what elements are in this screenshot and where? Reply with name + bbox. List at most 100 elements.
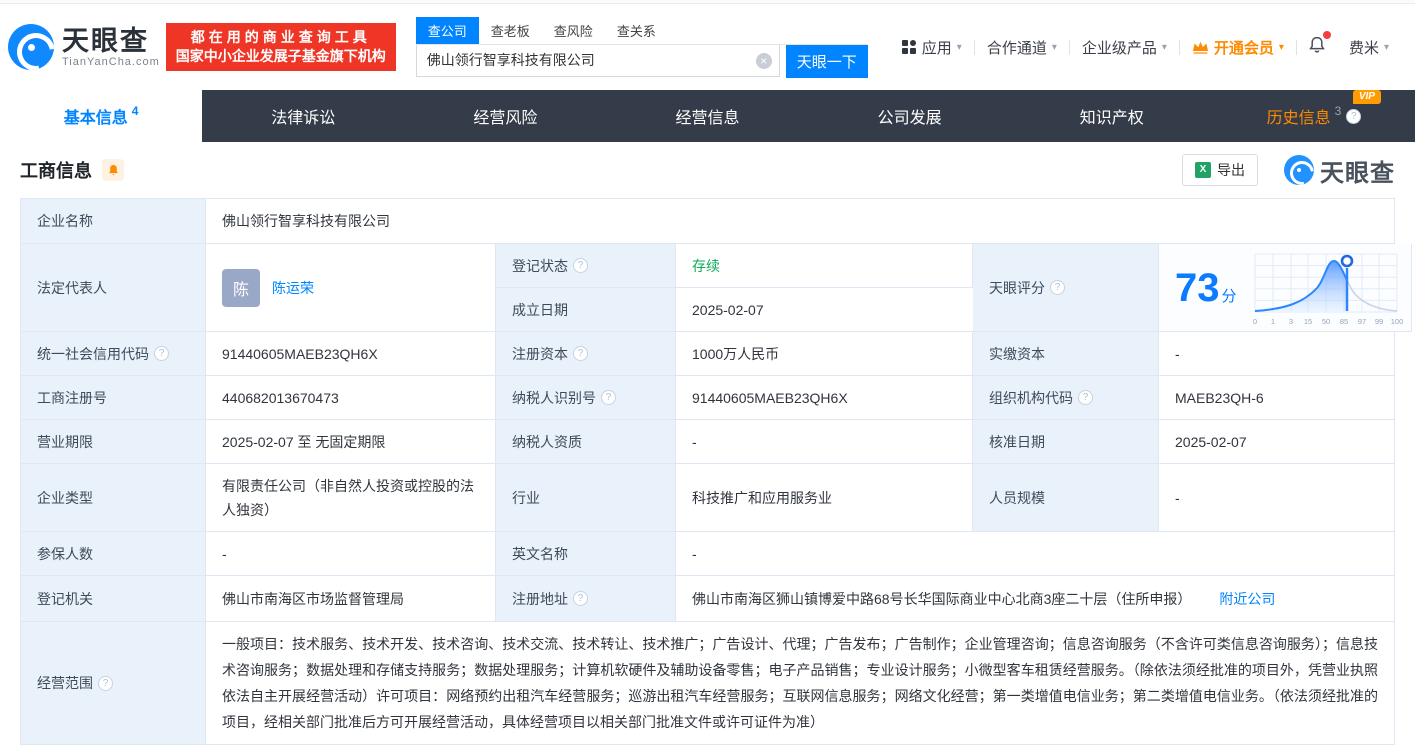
promo-line1: 都在用的商业查询工具 (190, 29, 371, 45)
en-name-label: 英文名称 (496, 532, 676, 576)
authority-label: 登记机关 (21, 576, 206, 622)
promo-line2: 国家中小企业发展子基金旗下机构 (175, 48, 386, 64)
nav-open-vip[interactable]: 开通会员 (1180, 37, 1296, 58)
search-tab-risk[interactable]: 查风险 (542, 17, 605, 44)
help-icon[interactable] (601, 390, 616, 405)
export-button[interactable]: 导出 (1182, 154, 1258, 186)
notification-bell-icon[interactable] (1297, 30, 1337, 60)
tab-legal[interactable]: 法律诉讼 (202, 90, 404, 142)
promo-banner: 都在用的商业查询工具 国家中小企业发展子基金旗下机构 (165, 23, 396, 71)
help-icon[interactable] (154, 346, 169, 361)
search-tab-relation[interactable]: 查关系 (605, 17, 668, 44)
approve-date-label: 核准日期 (973, 420, 1159, 464)
help-icon[interactable] (1346, 108, 1362, 124)
legal-rep-link[interactable]: 陈运荣 (272, 278, 314, 298)
score-unit: 分 (1221, 287, 1237, 305)
score-cell: 73 分 0 1 3 15 50 85 97 99 100 (1159, 244, 1412, 332)
score-marker-pin (1340, 254, 1353, 267)
company-name-label: 企业名称 (21, 199, 206, 244)
tab-basic-info[interactable]: 基本信息 4 (0, 90, 203, 142)
tab-operation[interactable]: 经营信息 (606, 90, 808, 142)
score-distribution-chart: 0 1 3 15 50 85 97 99 100 (1252, 253, 1403, 326)
svg-text:15: 15 (1303, 317, 1311, 326)
tianyancha-logo[interactable]: 天眼查 TianYanCha.com (8, 24, 160, 70)
search-button[interactable]: 天眼一下 (785, 44, 868, 78)
nav-partner[interactable]: 合作通道 (975, 37, 1069, 58)
legal-rep-avatar[interactable]: 陈 (222, 268, 260, 307)
section-title: 工商信息 (20, 161, 92, 181)
reg-capital-label-cell: 注册资本 (496, 332, 676, 376)
score-label-cell: 天眼评分 (973, 244, 1159, 332)
address-label-cell: 注册地址 (496, 576, 676, 622)
reg-status-value: 存续 (676, 244, 973, 288)
scope-value: 一般项目：技术服务、技术开发、技术咨询、技术交流、技术转让、技术推广；广告设计、… (206, 622, 1394, 744)
help-icon[interactable] (573, 346, 588, 361)
apps-grid-icon (901, 40, 916, 54)
scope-label-cell: 经营范围 (21, 622, 206, 744)
tab-history[interactable]: VIP 历史信息 3 (1213, 90, 1415, 142)
en-name-value: - (676, 532, 1394, 576)
tab-ip[interactable]: 知识产权 (1011, 90, 1213, 142)
taxpayer-quality-label: 纳税人资质 (496, 420, 676, 464)
credit-code-value: 91440605MAEB23QH6X (206, 332, 496, 376)
nearby-companies-link[interactable]: 附近公司 (1219, 589, 1275, 609)
excel-icon (1195, 162, 1211, 178)
top-header: 天眼查 TianYanCha.com 都在用的商业查询工具 国家中小企业发展子基… (0, 3, 1415, 90)
credit-code-label-cell: 统一社会信用代码 (21, 332, 206, 376)
industry-value: 科技推广和应用服务业 (676, 464, 973, 532)
org-code-label-cell: 组织机构代码 (973, 376, 1159, 420)
company-tabbar: 基本信息 4 法律诉讼 经营风险 经营信息 公司发展 知识产权 VIP 历史信息… (0, 90, 1415, 142)
insured-value: - (206, 532, 496, 576)
tianyancha-logo-icon (8, 24, 54, 70)
approve-date-value: 2025-02-07 (1159, 420, 1394, 464)
type-label: 企业类型 (21, 464, 206, 532)
staff-value: - (1159, 464, 1394, 532)
staff-label: 人员规模 (973, 464, 1159, 532)
business-info-table: 企业名称 佛山领行智享科技有限公司 法定代表人 陈 陈运荣 登记状态 存续 天眼… (20, 198, 1412, 745)
nav-user[interactable]: 费米 (1337, 37, 1401, 58)
table-row: 登记机关 佛山市南海区市场监督管理局 注册地址 佛山市南海区狮山镇博爱中路68号… (21, 576, 1394, 622)
score-value: 73 (1175, 265, 1220, 310)
search-tabs: 查公司 查老板 查风险 查关系 (415, 16, 868, 45)
notification-dot (1322, 30, 1331, 39)
nav-apps[interactable]: 应用 (890, 37, 974, 58)
search-input[interactable] (415, 44, 780, 77)
legal-rep-cell: 陈 陈运荣 (206, 244, 496, 332)
help-icon[interactable] (1050, 280, 1065, 295)
table-row: 参保人数 - 英文名称 - (21, 532, 1394, 576)
search-tab-company[interactable]: 查公司 (415, 16, 479, 44)
taxpayer-id-label-cell: 纳税人识别号 (496, 376, 676, 420)
search-tab-boss[interactable]: 查老板 (479, 17, 542, 44)
table-row: 营业期限 2025-02-07 至 无固定期限 纳税人资质 - 核准日期 202… (21, 420, 1394, 464)
clear-icon[interactable] (755, 52, 772, 69)
svg-text:100: 100 (1390, 317, 1402, 326)
reg-no-value: 440682013670473 (206, 376, 496, 420)
nav-enterprise[interactable]: 企业级产品 (1070, 37, 1179, 58)
table-row: 工商注册号 440682013670473 纳税人识别号 91440605MAE… (21, 376, 1394, 420)
paid-capital-value: - (1159, 332, 1394, 376)
help-icon[interactable] (573, 591, 588, 606)
svg-text:3: 3 (1288, 317, 1292, 326)
table-row: 法定代表人 陈 陈运荣 登记状态 存续 天眼评分 73分 (21, 244, 1412, 332)
address-cell: 佛山市南海区狮山镇博爱中路68号长华国际商业中心北商3座二十层（住所申报） 附近… (676, 576, 1394, 622)
svg-text:0: 0 (1252, 317, 1256, 326)
org-code-value: MAEB23QH-6 (1159, 376, 1394, 420)
svg-text:97: 97 (1357, 317, 1365, 326)
table-row: 企业名称 佛山领行智享科技有限公司 (21, 199, 1394, 244)
est-date-label: 成立日期 (496, 288, 676, 332)
svg-text:99: 99 (1374, 317, 1382, 326)
logo-domain: TianYanCha.com (62, 56, 160, 68)
term-label: 营业期限 (21, 420, 206, 464)
industry-label: 行业 (496, 464, 676, 532)
tab-risk[interactable]: 经营风险 (404, 90, 606, 142)
tab-development[interactable]: 公司发展 (809, 90, 1011, 142)
paid-capital-label: 实缴资本 (973, 332, 1159, 376)
address-value: 佛山市南海区狮山镇博爱中路68号长华国际商业中心北商3座二十层（住所申报） (692, 590, 1192, 607)
vip-badge: VIP (1352, 90, 1381, 104)
help-icon[interactable] (98, 675, 113, 691)
help-icon[interactable] (573, 258, 588, 273)
tab-basic-count: 4 (131, 104, 139, 118)
logo-name: 天眼查 (62, 26, 149, 56)
help-icon[interactable] (1078, 390, 1093, 405)
monitor-bell-icon[interactable] (102, 159, 124, 181)
